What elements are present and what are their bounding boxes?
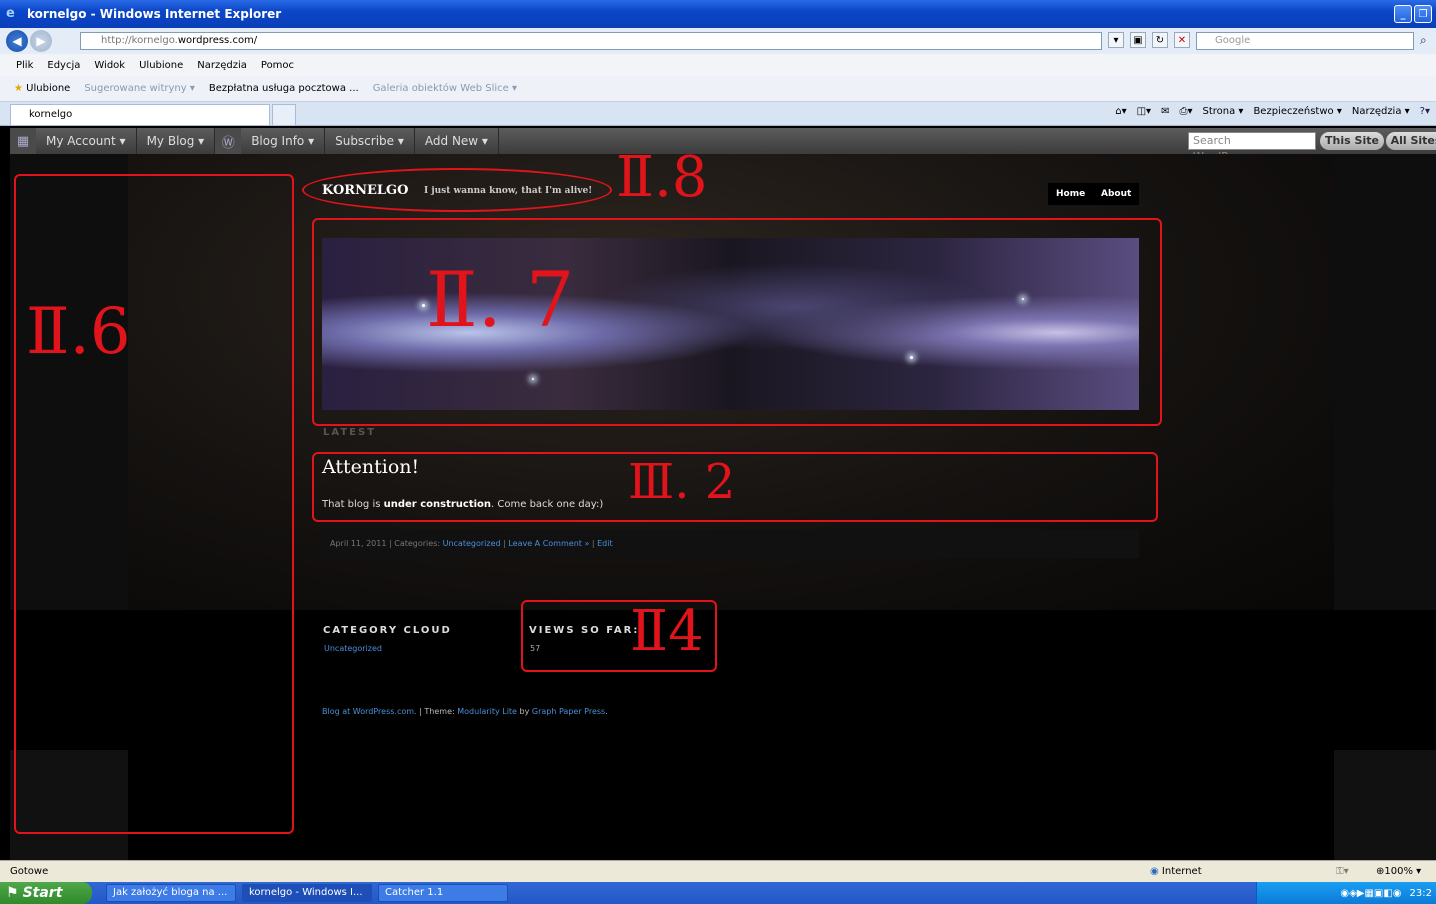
grid-icon[interactable]: ▦	[10, 128, 36, 154]
my-blog-menu[interactable]: My Blog ▾	[137, 128, 216, 154]
zone-indicator: ◉ Internet	[1150, 866, 1202, 877]
status-bar: Gotowe ◉ Internet ⚿▾ ⊕100% ▾	[0, 860, 1436, 882]
annotation-label-banner: Ⅱ. 7	[426, 255, 575, 344]
zoom-level[interactable]: ⊕100% ▾	[1376, 866, 1421, 877]
tray-icons[interactable]: ◉◈▶▦▣◧◉	[1340, 888, 1401, 899]
mail-icon[interactable]: ✉	[1161, 106, 1169, 117]
ie-icon: e	[6, 6, 15, 21]
menu-tools[interactable]: Narzędzia	[197, 60, 247, 71]
help-icon[interactable]: ?▾	[1420, 106, 1430, 117]
right-margin	[1334, 154, 1436, 610]
print-icon[interactable]: ⎙▾	[1179, 106, 1192, 117]
forward-button[interactable]: ▶	[30, 30, 52, 52]
protected-mode-icon[interactable]: ⚿▾	[1336, 866, 1349, 877]
category-link[interactable]: Uncategorized	[443, 539, 501, 548]
stop-icon[interactable]: ✕	[1174, 32, 1190, 48]
category-cloud-link[interactable]: Uncategorized	[324, 644, 382, 653]
wp-admin-bar: ▦ My Account ▾ My Blog ▾ Ⓦ Blog Info ▾ S…	[10, 128, 1436, 163]
edit-link[interactable]: Edit	[597, 539, 613, 548]
footer: Blog at WordPress.com. | Theme: Modulari…	[322, 707, 608, 716]
post-meta: April 11, 2011 | Categories: Uncategoriz…	[322, 530, 1139, 558]
status-text: Gotowe	[10, 866, 49, 877]
right-margin-lower	[1334, 750, 1436, 860]
theme-link[interactable]: Modularity Lite	[457, 707, 517, 716]
nav-home[interactable]: Home	[1048, 183, 1094, 205]
dropdown-icon[interactable]: ▾	[1108, 32, 1124, 48]
wordpress-icon[interactable]: Ⓦ	[215, 128, 242, 154]
windows-flag-icon: ⚑	[6, 885, 19, 901]
favorites-bar: ★ Ulubione Sugerowane witryny ▾ Bezpłatn…	[0, 76, 1436, 102]
this-site-button[interactable]: This Site	[1320, 132, 1384, 150]
restore-button[interactable]: ❐	[1414, 5, 1432, 23]
favorites-button[interactable]: ★ Ulubione	[14, 83, 70, 94]
search-input[interactable]: Google	[1196, 32, 1414, 50]
web-slice-gallery[interactable]: Galeria obiektów Web Slice ▾	[373, 83, 517, 94]
annotation-label-title: Ⅱ.8	[616, 145, 708, 210]
latest-label: LATEST	[323, 427, 377, 438]
system-tray: ◉◈▶▦▣◧◉ 23:2	[1256, 882, 1436, 904]
globe-icon: ◉	[1150, 866, 1159, 877]
url-input[interactable]: http://kornelgo.wordpress.com/	[80, 32, 1102, 50]
leave-comment-link[interactable]: Leave A Comment »	[508, 539, 589, 548]
tab-row: kornelgo ⌂▾ ◫▾ ✉ ⎙▾ Strona ▾ Bezpieczeńs…	[0, 102, 1436, 126]
feeds-icon[interactable]: ◫▾	[1137, 106, 1151, 117]
blog-page: KORNELGO I just wanna know, that I'm ali…	[10, 150, 1436, 860]
annotation-label-sidebar: Ⅱ.6	[26, 295, 131, 369]
blog-info-menu[interactable]: Blog Info ▾	[241, 128, 326, 154]
star-icon: ★	[14, 83, 23, 94]
clock: 23:2	[1409, 887, 1432, 899]
menu-help[interactable]: Pomoc	[261, 60, 294, 71]
my-account-menu[interactable]: My Account ▾	[36, 128, 137, 154]
address-bar: ◀ ▶ http://kornelgo.wordpress.com/ ▾ ▣ ↻…	[0, 28, 1436, 54]
refresh-icon[interactable]: ↻	[1152, 32, 1168, 48]
tab-kornelgo[interactable]: kornelgo	[10, 104, 270, 126]
annotation-label-post: Ⅲ. 2	[628, 454, 736, 510]
back-button[interactable]: ◀	[6, 30, 28, 52]
start-button[interactable]: ⚑ Start	[0, 882, 92, 904]
wp-search-input[interactable]: Search WordPress.com	[1188, 132, 1316, 163]
author-link[interactable]: Graph Paper Press	[532, 707, 605, 716]
window-titlebar: e kornelgo - Windows Internet Explorer _…	[0, 0, 1436, 28]
search-icon[interactable]: ⌕	[1420, 33, 1427, 48]
task-catcher[interactable]: Catcher 1.1	[378, 884, 508, 902]
compat-view-icon[interactable]: ▣	[1130, 32, 1146, 48]
home-icon[interactable]: ⌂▾	[1115, 106, 1126, 117]
menu-view[interactable]: Widok	[94, 60, 125, 71]
subscribe-menu[interactable]: Subscribe ▾	[325, 128, 415, 154]
suggested-sites[interactable]: Sugerowane witryny ▾	[84, 83, 195, 94]
menu-edit[interactable]: Edycja	[47, 60, 80, 71]
task-word-doc[interactable]: Jak założyć bloga na ...	[106, 884, 236, 902]
annotation-ellipse-title	[302, 168, 612, 212]
annotation-label-views: Ⅱ4	[630, 599, 704, 664]
annotation-box-sidebar	[14, 174, 294, 834]
menu-file[interactable]: Plik	[16, 60, 33, 71]
security-menu[interactable]: Bezpieczeństwo ▾	[1253, 106, 1341, 117]
blog-at-wp-link[interactable]: Blog at WordPress.com.	[322, 707, 417, 716]
window-title: kornelgo - Windows Internet Explorer	[27, 7, 282, 21]
minimize-button[interactable]: _	[1394, 5, 1412, 23]
page-menu[interactable]: Strona ▾	[1202, 106, 1243, 117]
free-mail-link[interactable]: Bezpłatna usługa pocztowa ...	[209, 83, 359, 94]
nav-about[interactable]: About	[1093, 183, 1140, 205]
taskbar: ⚑ Start Jak założyć bloga na ... kornelgo…	[0, 882, 1436, 904]
menu-favorites[interactable]: Ulubione	[139, 60, 183, 71]
menu-bar: Plik Edycja Widok Ulubione Narzędzia Pom…	[0, 54, 1436, 76]
task-ie-window[interactable]: kornelgo - Windows I...	[242, 884, 372, 902]
new-tab-button[interactable]	[272, 104, 296, 126]
all-sites-button[interactable]: All Sites	[1386, 132, 1436, 150]
category-cloud-title: CATEGORY CLOUD	[323, 625, 452, 636]
add-new-menu[interactable]: Add New ▾	[415, 128, 499, 154]
tools-menu[interactable]: Narzędzia ▾	[1352, 106, 1410, 117]
